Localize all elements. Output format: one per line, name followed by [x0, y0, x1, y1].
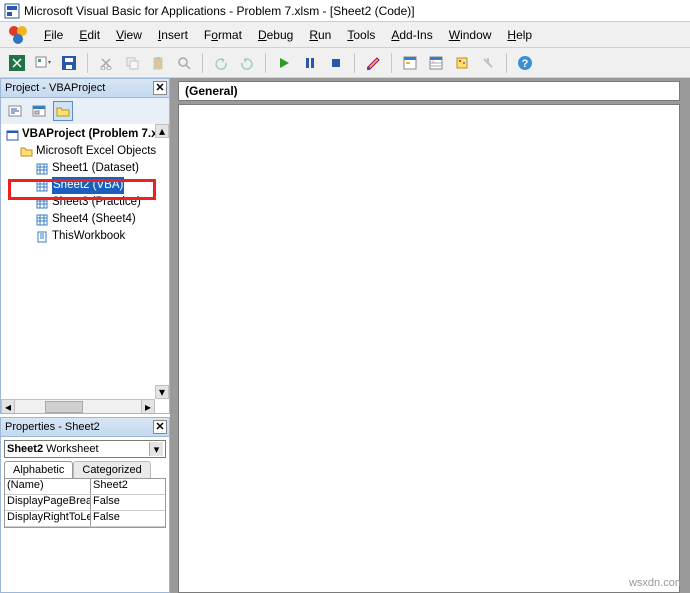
save-icon[interactable] [58, 52, 80, 74]
code-window: (General) [170, 78, 690, 593]
project-toolbar [0, 98, 170, 124]
object-dropdown[interactable]: (General) [178, 81, 680, 101]
menu-format[interactable]: Format [196, 26, 250, 44]
project-panel-header: Project - VBAProject ✕ [0, 78, 170, 98]
sheet-icon [35, 196, 49, 210]
horizontal-scrollbar[interactable]: ◂ ▸ [1, 399, 155, 413]
chevron-down-icon: ▾ [149, 442, 163, 456]
tree-item-sheet1[interactable]: Sheet1 (Dataset) [1, 160, 169, 177]
toolbar: ? [0, 48, 690, 78]
toolbar-separator [391, 53, 392, 73]
menu-window[interactable]: Window [441, 26, 500, 44]
tree-root[interactable]: VBAProject (Problem 7.xlsm) [1, 126, 169, 143]
project-panel-close-icon[interactable]: ✕ [153, 81, 167, 95]
properties-panel-title: Properties - Sheet2 [5, 421, 100, 433]
scroll-right-icon[interactable]: ▸ [141, 400, 155, 414]
menu-run[interactable]: Run [301, 26, 339, 44]
scrollbar-down-icon[interactable]: ▾ [155, 385, 169, 399]
title-bar: Microsoft Visual Basic for Applications … [0, 0, 690, 22]
help-icon[interactable]: ? [514, 52, 536, 74]
workbook-icon [35, 230, 49, 244]
tree-folder-label: Microsoft Excel Objects [36, 143, 156, 160]
tab-alphabetic[interactable]: Alphabetic [4, 461, 73, 478]
project-panel-title: Project - VBAProject [5, 82, 105, 94]
menu-addins[interactable]: Add-Ins [383, 26, 440, 44]
tree-item-sheet4[interactable]: Sheet4 (Sheet4) [1, 211, 169, 228]
menu-bar: File Edit View Insert Format Debug Run T… [0, 22, 690, 48]
menu-view[interactable]: View [108, 26, 150, 44]
toolbar-separator [506, 53, 507, 73]
toolbar-separator [265, 53, 266, 73]
toggle-folders-icon[interactable] [53, 101, 73, 121]
find-icon[interactable] [173, 52, 195, 74]
watermark: wsxdn.com [629, 577, 684, 589]
tab-categorized[interactable]: Categorized [73, 461, 150, 478]
menu-file[interactable]: File [36, 26, 71, 44]
object-browser-icon[interactable] [451, 52, 473, 74]
tree-item-thisworkbook[interactable]: ThisWorkbook [1, 228, 169, 245]
menu-debug[interactable]: Debug [250, 26, 301, 44]
property-row[interactable]: (Name) Sheet2 [5, 479, 165, 495]
scroll-left-icon[interactable]: ◂ [1, 400, 15, 414]
project-icon [5, 128, 19, 142]
menu-tools[interactable]: Tools [339, 26, 383, 44]
toolbox-icon[interactable] [477, 52, 499, 74]
undo-icon[interactable] [210, 52, 232, 74]
tree-item-sheet3[interactable]: Sheet3 (Practice) [1, 194, 169, 211]
view-code-icon[interactable] [5, 101, 25, 121]
view-object-icon[interactable] [29, 101, 49, 121]
title-bar-text: Microsoft Visual Basic for Applications … [24, 4, 415, 18]
tree-root-label: VBAProject (Problem 7.xlsm) [22, 126, 170, 143]
sheet-icon [35, 179, 49, 193]
scrollbar-thumb[interactable] [45, 401, 83, 413]
sheet-icon [35, 213, 49, 227]
tree-folder[interactable]: Microsoft Excel Objects [1, 143, 169, 160]
toolbar-separator [202, 53, 203, 73]
paste-icon[interactable] [147, 52, 169, 74]
toolbar-separator [354, 53, 355, 73]
properties-panel-header: Properties - Sheet2 ✕ [0, 417, 170, 437]
insert-dropdown-icon[interactable] [32, 52, 54, 74]
property-row[interactable]: DisplayRightToLeft False [5, 511, 165, 527]
menu-edit[interactable]: Edit [71, 26, 108, 44]
run-icon[interactable] [273, 52, 295, 74]
cut-icon[interactable] [95, 52, 117, 74]
app-icon [4, 3, 20, 19]
svg-text:?: ? [522, 58, 529, 70]
break-icon[interactable] [299, 52, 321, 74]
excel-icon[interactable] [6, 52, 28, 74]
properties-tabs: Alphabetic Categorized [4, 461, 166, 478]
copy-icon[interactable] [121, 52, 143, 74]
sheet-icon [35, 162, 49, 176]
properties-grid: (Name) Sheet2 DisplayPageBreaks False Di… [4, 478, 166, 528]
object-selector[interactable]: Sheet2 Worksheet ▾ [4, 440, 166, 458]
toolbar-separator [87, 53, 88, 73]
project-explorer-icon[interactable] [399, 52, 421, 74]
folder-icon [19, 145, 33, 159]
reset-icon[interactable] [325, 52, 347, 74]
tree-item-sheet2[interactable]: Sheet2 (VBA) [1, 177, 169, 194]
code-editor[interactable] [178, 104, 680, 593]
redo-icon[interactable] [236, 52, 258, 74]
scrollbar-up-icon[interactable]: ▴ [155, 124, 169, 138]
property-row[interactable]: DisplayPageBreaks False [5, 495, 165, 511]
project-tree: ▴ ▾ VBAProject (Problem 7.xlsm) Microsof… [0, 124, 170, 414]
design-mode-icon[interactable] [362, 52, 384, 74]
menu-insert[interactable]: Insert [150, 26, 196, 44]
properties-panel: Sheet2 Worksheet ▾ Alphabetic Categorize… [0, 437, 170, 593]
properties-panel-close-icon[interactable]: ✕ [153, 420, 167, 434]
properties-window-icon[interactable] [425, 52, 447, 74]
menu-help[interactable]: Help [499, 26, 540, 44]
vba-logo-icon [6, 23, 30, 47]
